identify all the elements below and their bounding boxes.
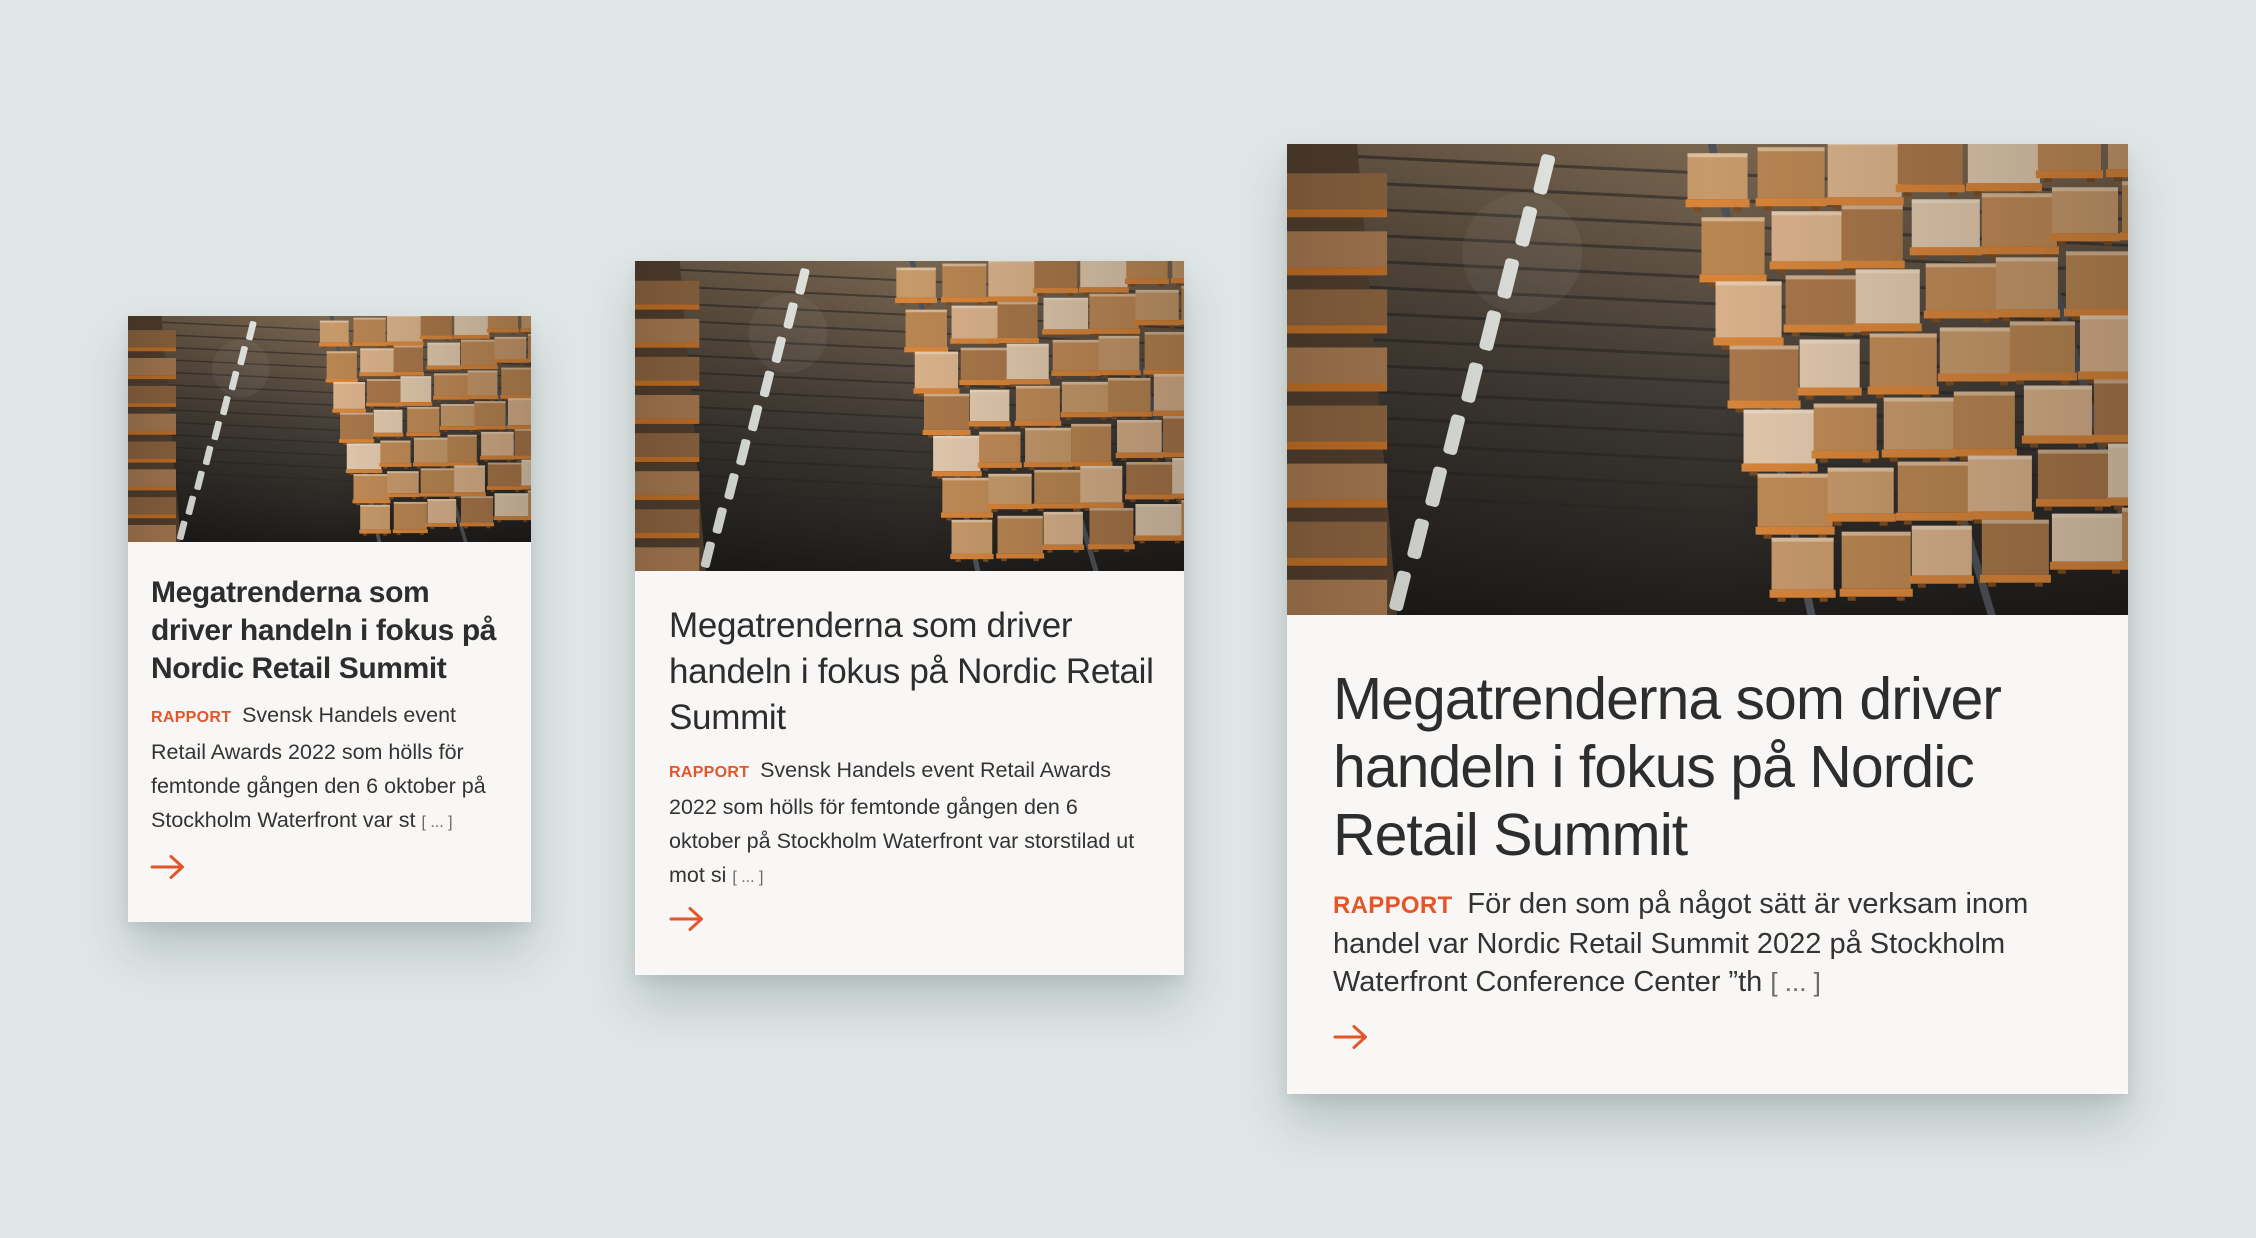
excerpt-ellipsis: [ ... ] <box>732 869 764 886</box>
article-card-medium[interactable]: Megatrenderna som driver handeln i fokus… <box>635 261 1184 975</box>
warehouse-image <box>635 261 1184 571</box>
arrow-right-icon[interactable] <box>1333 1024 1369 1050</box>
arrow-right-icon[interactable] <box>150 854 186 880</box>
article-card-small[interactable]: Megatrenderna som driver handeln i fokus… <box>128 316 531 922</box>
category-tag: RAPPORT <box>669 764 755 781</box>
card-body: Megatrenderna som driver handeln i fokus… <box>1287 615 2128 1001</box>
card-title[interactable]: Megatrenderna som driver handeln i fokus… <box>1333 665 2088 869</box>
excerpt-ellipsis: [ ... ] <box>421 814 453 831</box>
card-title[interactable]: Megatrenderna som driver handeln i fokus… <box>669 603 1154 741</box>
excerpt-ellipsis: [ ... ] <box>1770 967 1821 997</box>
warehouse-image <box>1287 144 2128 615</box>
card-excerpt: RAPPORT För den som på något sätt är ver… <box>1333 885 2088 1001</box>
warehouse-image <box>128 316 531 542</box>
card-body: Megatrenderna som driver handeln i fokus… <box>635 571 1184 895</box>
arrow-right-icon[interactable] <box>669 906 705 932</box>
article-card-large[interactable]: Megatrenderna som driver handeln i fokus… <box>1287 144 2128 1094</box>
category-tag: RAPPORT <box>1333 892 1460 919</box>
category-tag: RAPPORT <box>151 709 237 726</box>
card-body: Megatrenderna som driver handeln i fokus… <box>128 542 531 840</box>
card-title[interactable]: Megatrenderna som driver handeln i fokus… <box>151 574 509 688</box>
card-excerpt: RAPPORT Svensk Handels event Retail Awar… <box>151 698 509 840</box>
card-excerpt: RAPPORT Svensk Handels event Retail Awar… <box>669 753 1154 895</box>
